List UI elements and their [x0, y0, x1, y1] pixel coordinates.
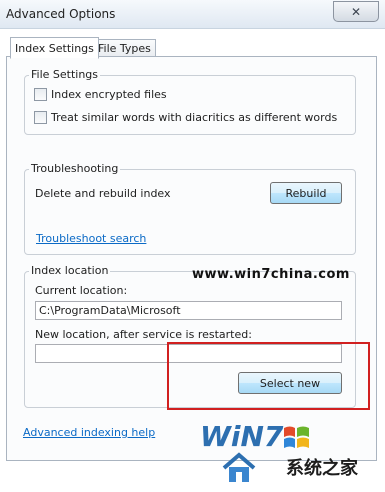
checkbox-index-encrypted[interactable]: Index encrypted files [34, 88, 167, 101]
index-location-label: Index location [29, 264, 111, 277]
file-settings-label: File Settings [29, 68, 101, 81]
current-location-field[interactable]: C:\ProgramData\Microsoft [35, 301, 342, 320]
current-location-label: Current location: [35, 284, 128, 297]
new-location-label: New location, after service is restarted… [35, 328, 252, 341]
troubleshoot-search-link[interactable]: Troubleshoot search [36, 232, 146, 245]
tab-index-settings-label: Index Settings [15, 41, 94, 55]
tab-file-types-label: File Types [98, 41, 151, 55]
tab-file-types[interactable]: File Types [93, 39, 156, 57]
rebuild-button[interactable]: Rebuild [270, 182, 342, 204]
delete-rebuild-text: Delete and rebuild index [35, 187, 171, 200]
file-settings-group: File Settings Index encrypted files Trea… [24, 68, 356, 135]
windows-flag-icon [284, 426, 309, 448]
checkbox-treat-diacritics[interactable]: Treat similar words with diacritics as d… [34, 111, 337, 124]
highlight-box [167, 342, 370, 410]
house-logo-icon [222, 452, 256, 482]
watermark-brand: WiN7 [200, 420, 284, 453]
watermark-brand-cn: 系统之家 [286, 458, 358, 479]
watermark-url: www.win7china.com [192, 267, 350, 282]
close-icon: ✕ [350, 4, 362, 19]
tab-index-settings[interactable]: Index Settings [10, 37, 99, 59]
rebuild-button-label: Rebuild [285, 186, 327, 200]
advanced-indexing-help-link[interactable]: Advanced indexing help [23, 426, 155, 439]
watermark-logo: WiN7 系统之家 [200, 420, 380, 490]
troubleshooting-label: Troubleshooting [29, 162, 121, 175]
close-button[interactable]: ✕ [333, 1, 379, 22]
title-bar: Advanced Options ✕ [0, 0, 385, 29]
checkbox-box[interactable] [34, 111, 47, 124]
checkbox-treat-diacritics-label: Treat similar words with diacritics as d… [51, 111, 338, 124]
checkbox-box[interactable] [34, 88, 47, 101]
troubleshooting-group: Troubleshooting Delete and rebuild index… [24, 162, 356, 255]
checkbox-index-encrypted-label: Index encrypted files [51, 88, 167, 101]
window-title: Advanced Options [6, 7, 116, 21]
